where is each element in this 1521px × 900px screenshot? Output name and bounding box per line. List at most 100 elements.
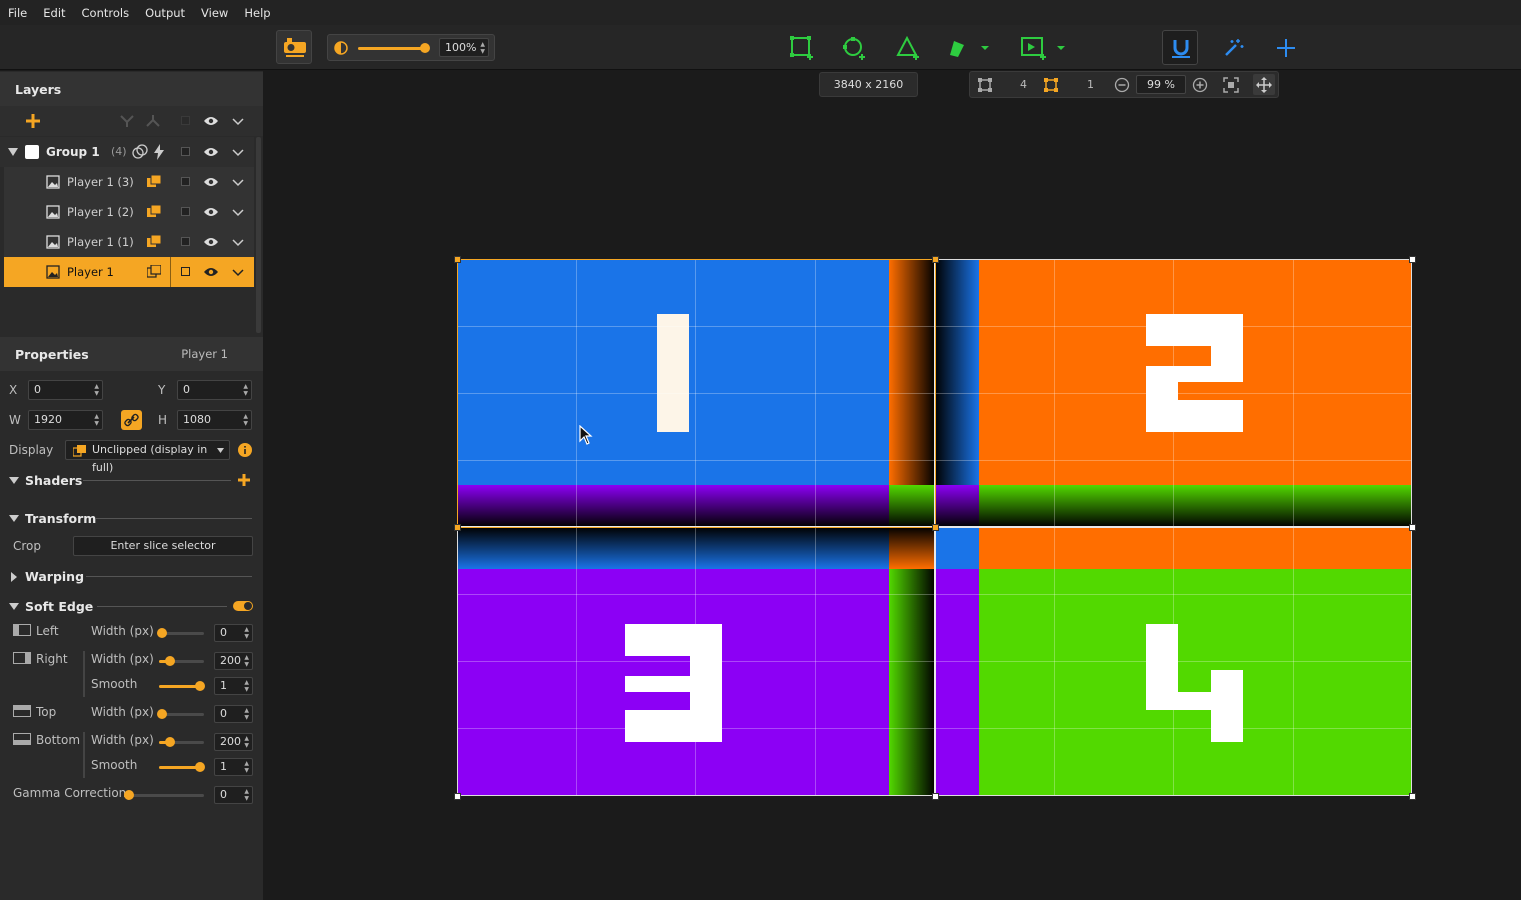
collapse-arrow-icon[interactable] [8, 148, 18, 156]
display-mode-icon[interactable] [147, 265, 161, 279]
surface-handle[interactable] [454, 793, 461, 800]
height-input[interactable]: 1080 ▲ ▼ [177, 410, 252, 430]
x-input[interactable]: 0 ▲ ▼ [28, 380, 103, 400]
canvas[interactable]: 3840 x 2160 4 1 99 % [263, 71, 1521, 900]
gamma-slider[interactable] [126, 794, 204, 797]
selection-handle[interactable] [932, 256, 939, 263]
solo-toggle[interactable] [181, 147, 190, 156]
pan-button[interactable] [1253, 74, 1275, 95]
snap-button[interactable] [1162, 30, 1198, 65]
selection-handle[interactable] [454, 524, 461, 531]
slider-knob[interactable] [195, 681, 205, 691]
move-down-icon[interactable] [119, 114, 135, 128]
group-checkbox[interactable] [25, 145, 39, 159]
zoom-input[interactable]: 99 % [1136, 75, 1186, 94]
info-icon[interactable] [238, 443, 252, 457]
layer-row[interactable]: Player 1 (3) [4, 167, 254, 197]
stepper-arrows[interactable]: ▲ ▼ [244, 679, 249, 693]
layer-group-row[interactable]: Group 1 (4) [0, 137, 254, 167]
slider-knob[interactable] [124, 790, 134, 800]
chevron-down-icon[interactable] [232, 239, 244, 247]
display-mode-icon[interactable] [147, 175, 161, 189]
top-width-input[interactable]: 0 ▲ ▼ [214, 705, 253, 723]
stepper-arrows[interactable]: ▲ ▼ [244, 626, 249, 640]
gamma-input[interactable]: 0 ▲ ▼ [214, 786, 253, 804]
slider-knob[interactable] [165, 737, 175, 747]
blend-mode-icon[interactable] [132, 144, 148, 160]
layers-scrollbar[interactable] [256, 137, 261, 333]
solo-toggle[interactable] [181, 267, 190, 276]
chevron-down-icon[interactable] [232, 118, 244, 126]
menu-output[interactable]: Output [137, 6, 193, 20]
menu-edit[interactable]: Edit [35, 6, 73, 20]
crosshair-icon[interactable] [1275, 37, 1297, 59]
surface-handle[interactable] [1409, 524, 1416, 531]
display-dropdown[interactable]: Unclipped (display in full) [65, 440, 230, 474]
zoom-out-icon[interactable] [1114, 77, 1130, 93]
add-quad-surface-icon[interactable] [789, 35, 815, 61]
chevron-down-icon[interactable] [232, 209, 244, 217]
menu-file[interactable]: File [0, 6, 35, 20]
soft-edge-section[interactable]: Soft Edge [9, 599, 93, 614]
add-circle-surface-icon[interactable] [841, 35, 867, 61]
eye-icon[interactable] [203, 116, 219, 126]
lightning-icon[interactable] [153, 144, 165, 160]
surface-handle[interactable] [932, 793, 939, 800]
surface-icon[interactable] [977, 77, 993, 93]
soft-edge-toggle[interactable] [233, 601, 253, 611]
slider-knob[interactable] [165, 656, 175, 666]
stepper-arrows[interactable]: ▲ ▼ [243, 383, 248, 397]
zoom-in-icon[interactable] [1192, 77, 1208, 93]
transform-section[interactable]: Transform [9, 511, 96, 526]
bottom-smooth-input[interactable]: 1 ▲ ▼ [214, 758, 253, 776]
warping-section[interactable]: Warping [9, 569, 84, 584]
eye-icon[interactable] [203, 177, 219, 187]
eye-icon[interactable] [203, 147, 219, 157]
opacity-input[interactable]: 100% ▲ ▼ [439, 38, 489, 57]
solo-toggle[interactable] [181, 116, 190, 125]
slider-knob[interactable] [157, 628, 167, 638]
display-mode-icon[interactable] [147, 205, 161, 219]
eye-icon[interactable] [203, 267, 219, 277]
opacity-slider-knob[interactable] [420, 43, 430, 53]
layer-row[interactable]: Player 1 (2) [4, 197, 254, 227]
solo-toggle[interactable] [181, 207, 190, 216]
stepper-arrows[interactable]: ▲ ▼ [244, 760, 249, 774]
stepper-arrows[interactable]: ▲ ▼ [244, 788, 249, 802]
menu-controls[interactable]: Controls [74, 6, 138, 20]
chevron-down-icon[interactable] [232, 269, 244, 277]
solo-toggle[interactable] [181, 177, 190, 186]
stepper-arrows[interactable]: ▲ ▼ [244, 654, 249, 668]
slider-knob[interactable] [195, 762, 205, 772]
aspect-lock-button[interactable] [121, 410, 142, 430]
slider-knob[interactable] [157, 709, 167, 719]
layer-row-selected[interactable]: Player 1 [4, 257, 254, 287]
chevron-down-icon[interactable] [232, 149, 244, 157]
fit-screen-icon[interactable] [1223, 77, 1239, 93]
chevron-down-icon[interactable] [232, 179, 244, 187]
stepper-arrows[interactable]: ▲ ▼ [94, 413, 99, 427]
display-mode-icon[interactable] [147, 235, 161, 249]
selected-surface-icon[interactable] [1043, 77, 1059, 93]
selection-handle[interactable] [454, 256, 461, 263]
pen-tool-icon[interactable] [946, 35, 972, 61]
left-width-input[interactable]: 0 ▲ ▼ [214, 624, 253, 642]
add-layer-icon[interactable] [25, 113, 41, 129]
add-shader-icon[interactable] [237, 473, 251, 487]
right-smooth-input[interactable]: 1 ▲ ▼ [214, 677, 253, 695]
surface-handle[interactable] [1409, 793, 1416, 800]
right-width-input[interactable]: 200 ▲ ▼ [214, 652, 253, 670]
projector-button[interactable] [276, 30, 312, 64]
chevron-down-icon[interactable] [1056, 45, 1066, 51]
stepper-arrows[interactable]: ▲ ▼ [480, 41, 485, 55]
menu-view[interactable]: View [193, 6, 236, 20]
solo-toggle[interactable] [181, 237, 190, 246]
stepper-arrows[interactable]: ▲ ▼ [244, 707, 249, 721]
eye-icon[interactable] [203, 237, 219, 247]
layer-row[interactable]: Player 1 (1) [4, 227, 254, 257]
y-input[interactable]: 0 ▲ ▼ [177, 380, 252, 400]
stepper-arrows[interactable]: ▲ ▼ [243, 413, 248, 427]
width-input[interactable]: 1920 ▲ ▼ [28, 410, 103, 430]
move-up-icon[interactable] [145, 114, 161, 128]
add-triangle-surface-icon[interactable] [895, 35, 921, 61]
